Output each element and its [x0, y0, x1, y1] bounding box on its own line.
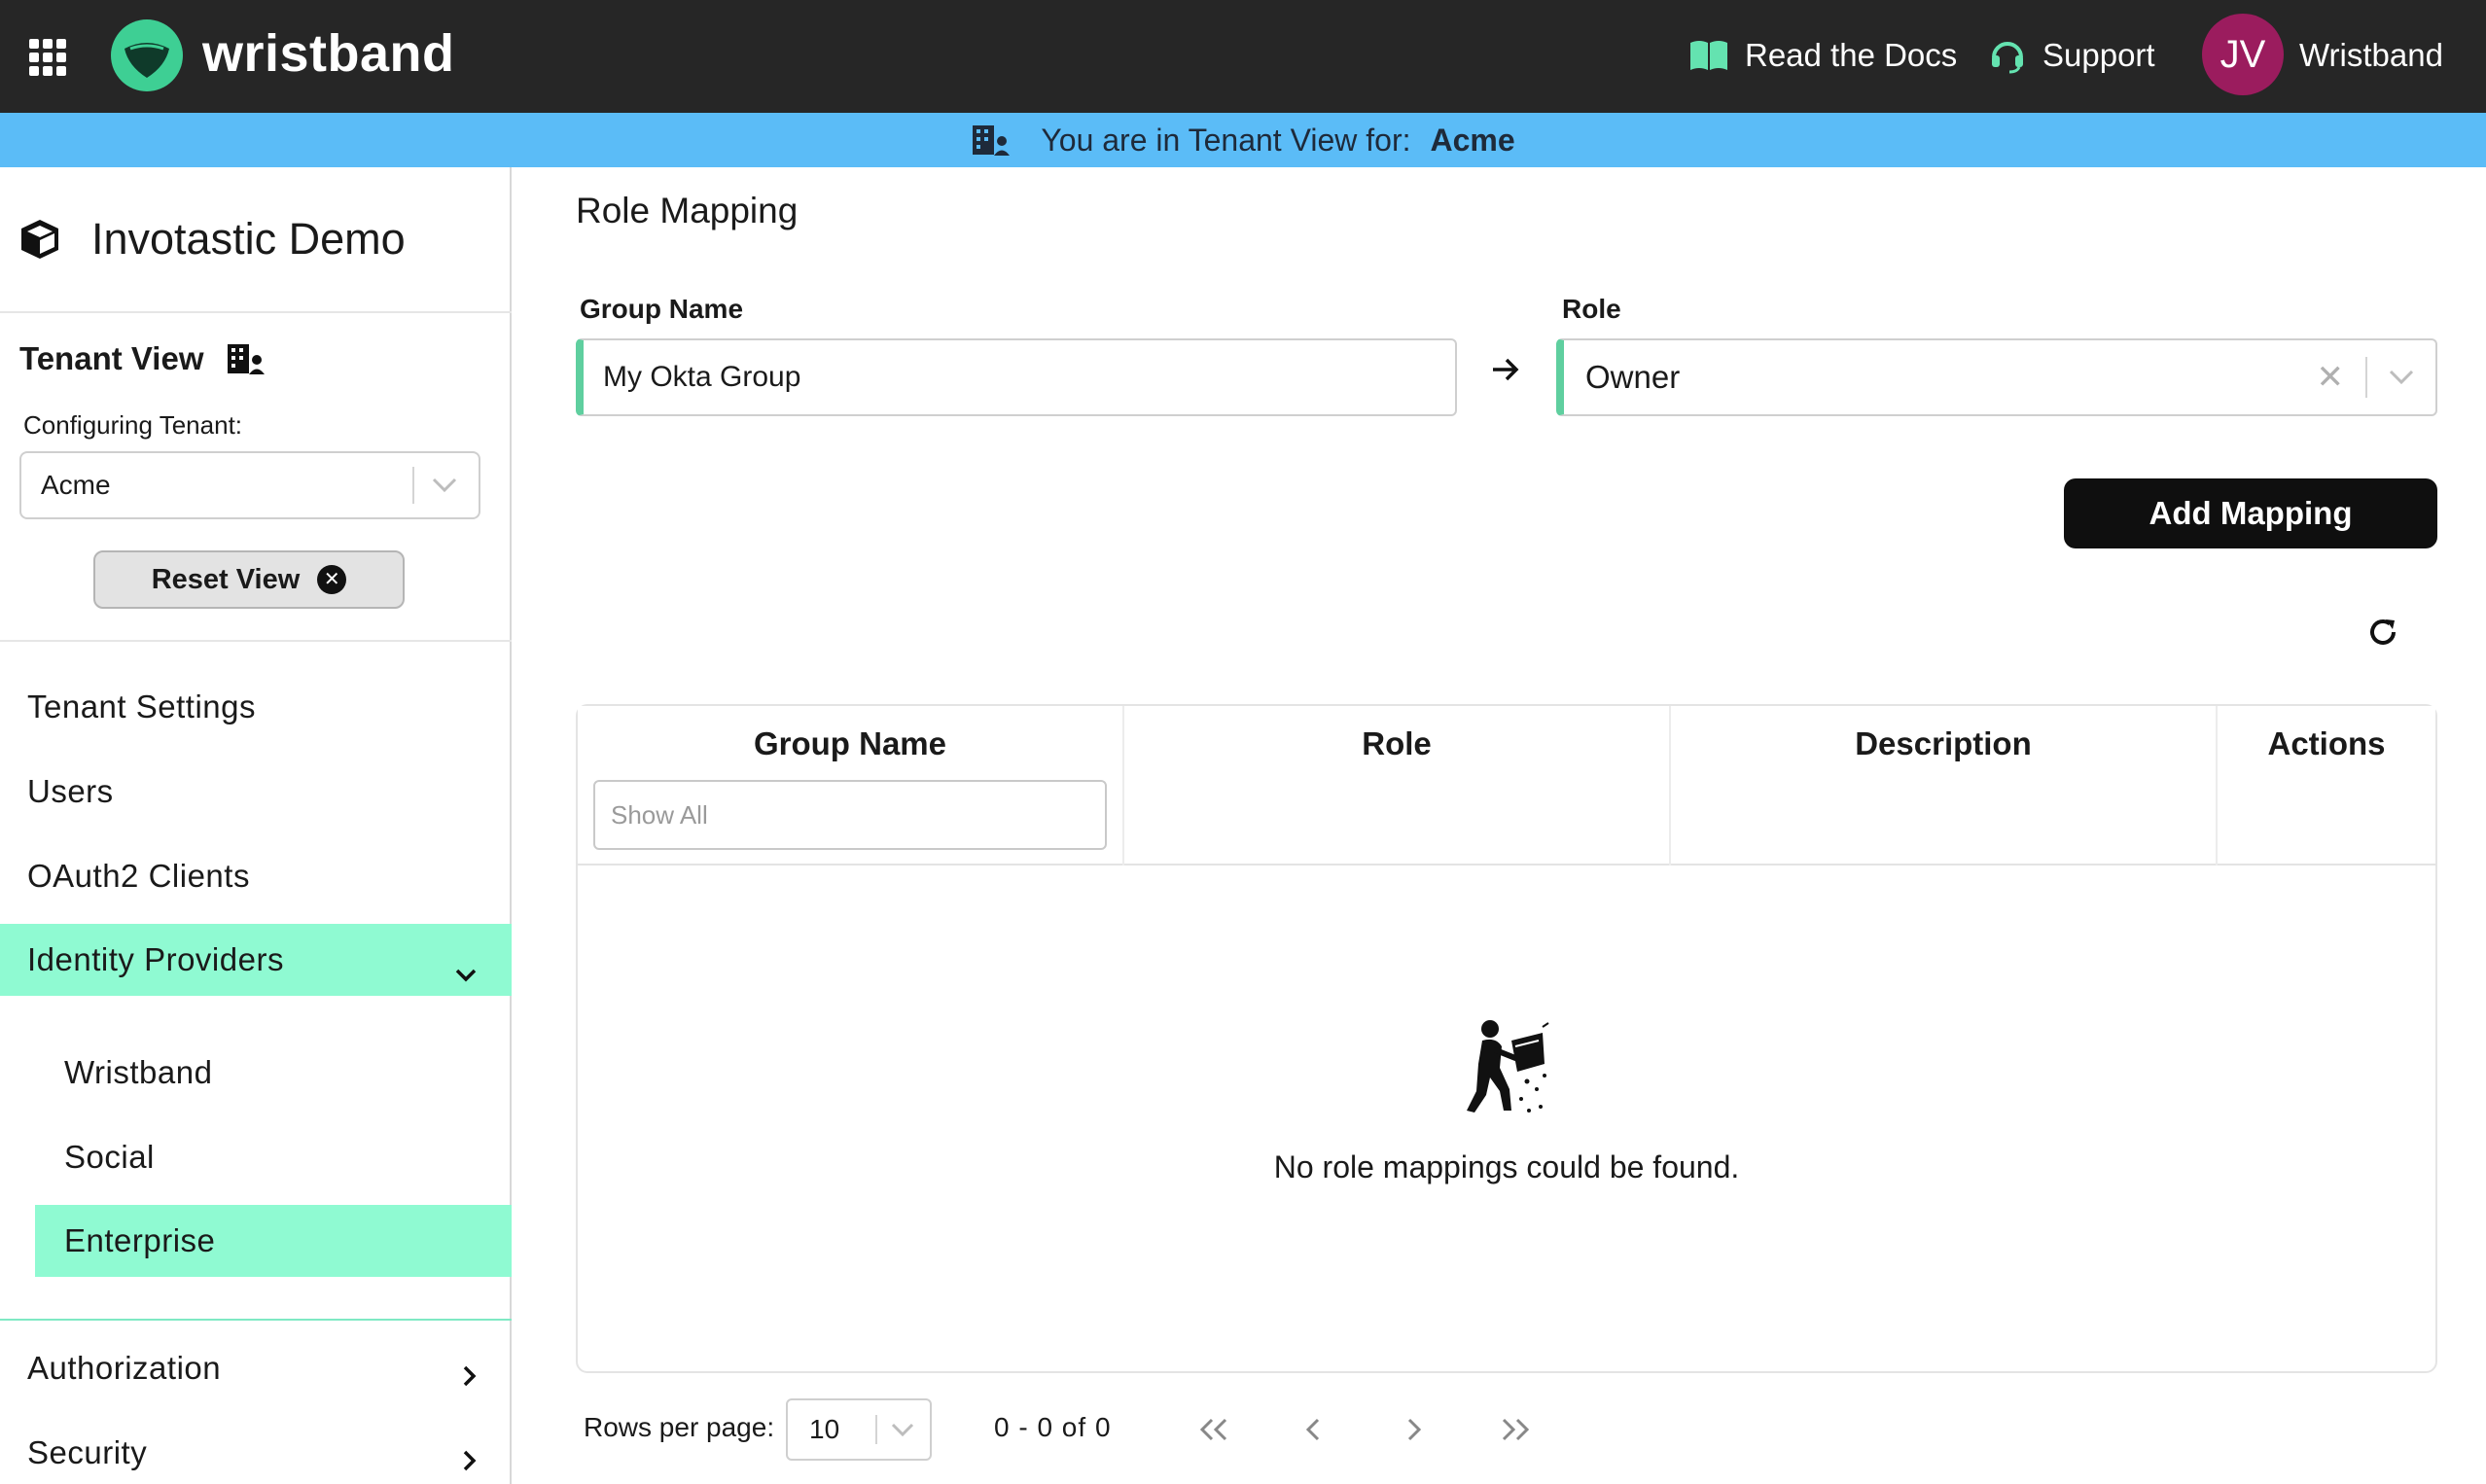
support-link[interactable]: Support — [1988, 29, 2155, 82]
sidebar: Invotastic Demo Tenant View Configuring … — [0, 167, 512, 1484]
chevron-down-icon — [455, 953, 477, 990]
sidebar-subitem-social[interactable]: Social — [35, 1121, 512, 1193]
sidebar-item-security[interactable]: Security — [0, 1417, 512, 1484]
sidebar-item-label: Enterprise — [64, 1222, 216, 1258]
tenant-select-value: Acme — [41, 470, 111, 500]
chevron-left-icon — [1305, 1418, 1320, 1441]
sidebar-item-label: OAuth2 Clients — [27, 858, 250, 894]
column-header-label: Group Name — [753, 725, 947, 761]
group-name-input[interactable] — [576, 338, 1457, 416]
page-title: Role Mapping — [576, 191, 799, 230]
previous-page-button[interactable] — [1294, 1412, 1332, 1447]
user-avatar[interactable]: JV — [2202, 14, 2284, 95]
reset-view-label: Reset View — [151, 563, 301, 595]
pagination-bar: Rows per page: 10 0 - 0 of 0 — [584, 1398, 2432, 1461]
chevron-down-icon[interactable] — [432, 477, 457, 493]
group-name-label: Group Name — [580, 294, 744, 324]
refresh-icon[interactable] — [2365, 615, 2400, 654]
clear-icon[interactable]: ✕ — [2317, 361, 2345, 394]
app-title: Invotastic Demo — [91, 214, 406, 264]
column-header-role[interactable]: Role — [1124, 706, 1671, 866]
chevron-right-icon — [1407, 1418, 1422, 1441]
banner-label: You are in Tenant View for: — [1041, 122, 1411, 158]
tenant-select[interactable]: Acme — [19, 451, 480, 519]
sidebar-item-identity-providers[interactable]: Identity Providers — [0, 924, 512, 996]
configuring-tenant-label: Configuring Tenant: — [23, 410, 243, 440]
column-header-label: Role — [1362, 725, 1432, 761]
wristband-logo-icon[interactable] — [111, 19, 183, 91]
sidebar-item-label: Social — [64, 1139, 155, 1175]
double-chevron-right-icon — [1502, 1418, 1530, 1441]
read-the-docs-label: Read the Docs — [1745, 37, 1958, 73]
logo-text[interactable]: wristband — [202, 21, 455, 86]
role-select-value: Owner — [1585, 359, 1681, 395]
column-header-label: Description — [1855, 725, 2032, 761]
sidebar-item-label: Authorization — [27, 1350, 222, 1386]
sidebar-item-label: Identity Providers — [27, 941, 284, 977]
column-header-actions: Actions — [2218, 706, 2435, 866]
sidebar-item-users[interactable]: Users — [0, 756, 512, 828]
sidebar-divider — [0, 311, 512, 313]
table-header: Group Name Role Description Actions — [578, 706, 2435, 866]
rows-per-page-select[interactable]: 10 — [786, 1398, 932, 1461]
column-header-label: Actions — [2267, 725, 2386, 761]
select-separator — [412, 467, 414, 504]
tenant-view-heading: Tenant View — [19, 340, 266, 377]
next-page-button[interactable] — [1395, 1412, 1434, 1447]
sidebar-item-label: Tenant Settings — [27, 689, 256, 724]
sidebar-item-label: Users — [27, 773, 114, 809]
role-select[interactable]: Owner ✕ — [1556, 338, 2437, 416]
sidebar-divider — [0, 1319, 512, 1321]
column-header-group-name[interactable]: Group Name — [578, 706, 1124, 866]
cube-icon — [21, 220, 58, 259]
chevron-right-icon — [463, 1358, 477, 1395]
read-the-docs-link[interactable]: Read the Docs — [1688, 29, 1957, 82]
tenant-building-icon — [227, 344, 265, 374]
support-label: Support — [2042, 37, 2155, 73]
chevron-down-icon[interactable] — [2389, 370, 2414, 385]
banner-tenant-name: Acme — [1430, 122, 1515, 158]
column-header-description[interactable]: Description — [1671, 706, 2218, 866]
rows-per-page-label: Rows per page: — [584, 1412, 775, 1442]
book-icon — [1690, 41, 1727, 70]
sidebar-item-label: Security — [27, 1434, 148, 1470]
add-mapping-button[interactable]: Add Mapping — [2064, 478, 2437, 548]
app-title-row[interactable]: Invotastic Demo — [18, 214, 406, 265]
sidebar-subitem-wristband[interactable]: Wristband — [35, 1037, 512, 1109]
tenant-building-icon — [971, 124, 1012, 157]
select-separator — [2365, 357, 2367, 398]
sidebar-divider — [0, 640, 512, 642]
rows-per-page-value: 10 — [809, 1414, 840, 1444]
headset-icon — [1992, 42, 2023, 74]
sidebar-item-authorization[interactable]: Authorization — [0, 1332, 512, 1404]
sidebar-subitem-enterprise[interactable]: Enterprise — [35, 1205, 512, 1277]
empty-state-message: No role mappings could be found. — [1273, 1149, 1740, 1184]
app-launcher-grid-icon[interactable] — [29, 39, 66, 76]
chevron-right-icon — [463, 1442, 477, 1479]
sidebar-item-label: Wristband — [64, 1054, 213, 1090]
first-page-button[interactable] — [1194, 1412, 1233, 1447]
role-label: Role — [1562, 294, 1621, 324]
sidebar-item-tenant-settings[interactable]: Tenant Settings — [0, 671, 512, 743]
empty-trash-icon — [1457, 1017, 1554, 1119]
select-separator — [875, 1415, 877, 1444]
last-page-button[interactable] — [1496, 1412, 1535, 1447]
group-name-filter-input[interactable] — [593, 780, 1107, 850]
tenant-view-label: Tenant View — [19, 340, 204, 376]
top-bar: wristband Read the Docs Support JV Wrist… — [0, 0, 2486, 113]
role-mapping-table: Group Name Role Description Actions — [576, 704, 2437, 1373]
tenant-view-banner: You are in Tenant View for: Acme — [0, 113, 2486, 167]
arrow-right-icon — [1490, 354, 1521, 390]
user-name[interactable]: Wristband — [2299, 29, 2443, 82]
close-circle-icon: ✕ — [317, 565, 347, 594]
reset-view-button[interactable]: Reset View ✕ — [93, 550, 405, 609]
sidebar-item-oauth2-clients[interactable]: OAuth2 Clients — [0, 840, 512, 912]
page-range-info: 0 - 0 of 0 — [994, 1412, 1112, 1442]
chevron-down-icon[interactable] — [891, 1423, 914, 1436]
double-chevron-left-icon — [1199, 1418, 1227, 1441]
